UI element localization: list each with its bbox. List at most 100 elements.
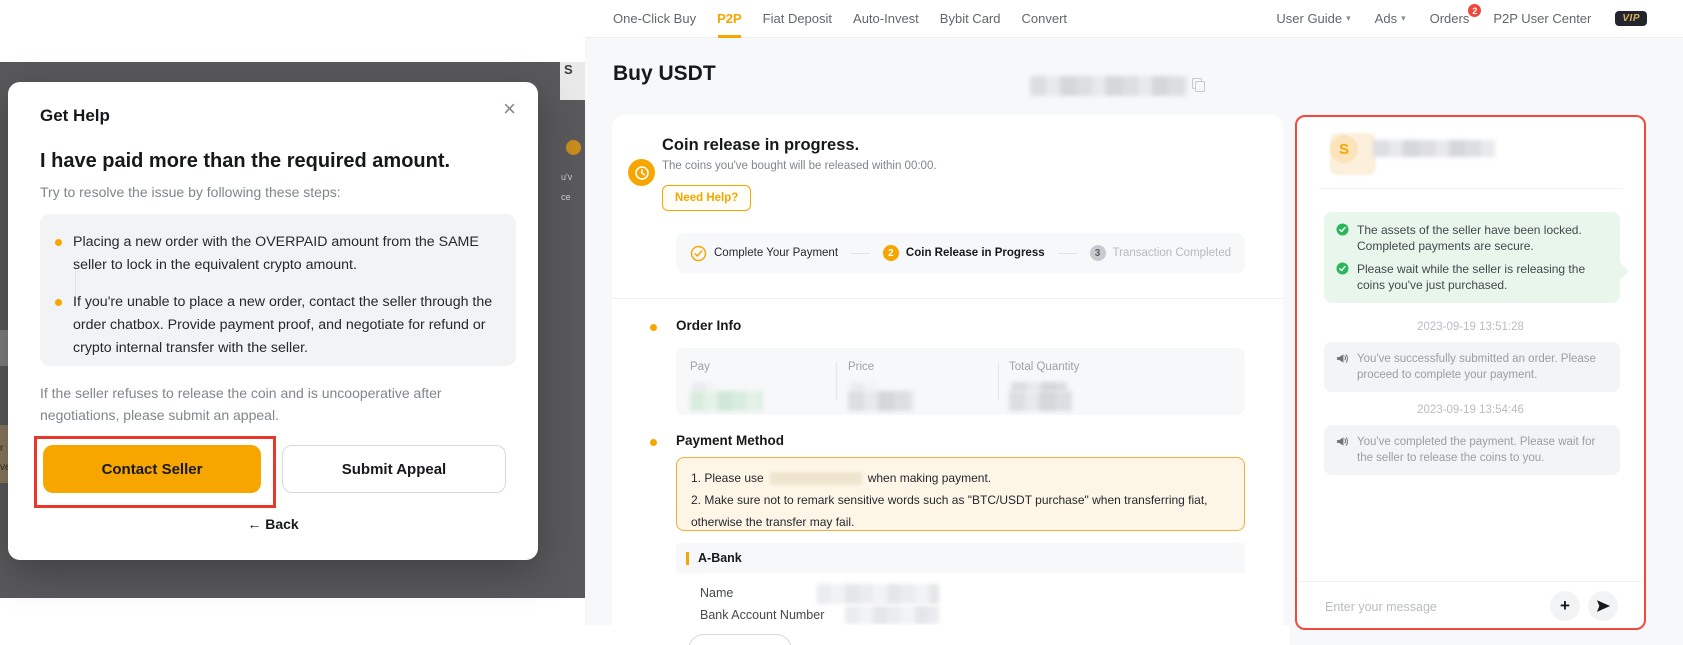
step-connector: [1058, 253, 1077, 254]
bubble-tail: [1609, 261, 1629, 281]
fragment-letter: r: [0, 443, 3, 454]
status-title: Coin release in progress.: [662, 136, 859, 155]
chat-panel: S The assets of the seller have been loc…: [1295, 115, 1646, 630]
bullet-dot: [55, 239, 62, 246]
account-field-label: Bank Account Number: [700, 608, 824, 622]
message-timestamp: 2023-09-19 13:51:28: [1297, 321, 1644, 333]
dimmed-text-fragment: u'v: [561, 172, 572, 182]
step-label: Coin Release in Progress: [906, 247, 1045, 259]
back-button[interactable]: ← Back: [8, 516, 538, 532]
total-quantity-value-redacted: [1009, 391, 1073, 411]
step-number: 3: [1090, 245, 1106, 261]
megaphone-icon: [1336, 352, 1349, 365]
order-status-card: Coin release in progress. The coins you'…: [612, 115, 1283, 645]
divider: [1319, 188, 1622, 189]
contact-seller-button[interactable]: Contact Seller: [43, 445, 261, 493]
nav-p2p[interactable]: P2P: [717, 0, 742, 38]
nav-convert[interactable]: Convert: [1022, 0, 1068, 38]
nav-bybit-card[interactable]: Bybit Card: [940, 0, 1001, 38]
section-bullet: [650, 439, 657, 446]
name-field-label: Name: [700, 586, 733, 600]
message-text: You've completed the payment. Please wai…: [1357, 434, 1608, 466]
section-bullet: [650, 324, 657, 331]
price-column: Price: [848, 361, 874, 373]
payment-notice-line2: 2. Make sure not to remark sensitive wor…: [691, 489, 1230, 533]
notice-prefix: 1. Please use: [691, 467, 764, 489]
order-number-redacted: [1030, 76, 1188, 96]
notice-suffix: when making payment.: [868, 467, 991, 489]
nav-one-click-buy[interactable]: One-Click Buy: [613, 0, 696, 38]
divider: [998, 362, 999, 400]
security-notice-bubble: The assets of the seller have been locke…: [1324, 212, 1620, 303]
step-coin-release: 2 Coin Release in Progress: [883, 245, 1045, 261]
nav-auto-invest[interactable]: Auto-Invest: [853, 0, 919, 38]
pay-value-redacted: [690, 391, 762, 411]
step-complete-payment: Complete Your Payment: [690, 245, 838, 262]
notice-text: The assets of the seller have been locke…: [1357, 222, 1608, 254]
get-help-modal: Get Help × I have paid more than the req…: [8, 82, 538, 560]
nav-p2p-user-center[interactable]: P2P User Center: [1493, 11, 1591, 26]
bank-name: A-Bank: [698, 551, 742, 565]
divider: [1299, 581, 1642, 582]
message-input[interactable]: [1323, 591, 1542, 623]
step-text: If you're unable to place a new order, c…: [73, 291, 496, 360]
step-connector: [851, 253, 870, 254]
dimmed-avatar-fragment: [566, 140, 581, 155]
divider: [836, 362, 837, 400]
issue-subheading: Try to resolve the issue by following th…: [40, 184, 341, 200]
progress-steps: Complete Your Payment 2 Coin Release in …: [676, 233, 1245, 273]
system-message: You've successfully submitted an order. …: [1324, 342, 1620, 392]
resolution-step: Placing a new order with the OVERPAID am…: [55, 231, 496, 277]
nav-orders[interactable]: Orders 2: [1430, 11, 1470, 26]
ads-label: Ads: [1375, 11, 1397, 26]
payment-method-title: Payment Method: [676, 433, 784, 448]
megaphone-icon: [1336, 435, 1349, 448]
resolution-step: If you're unable to place a new order, c…: [55, 291, 496, 360]
appeal-note: If the seller refuses to release the coi…: [40, 382, 516, 426]
nav-right-group: User Guide ▾ Ads ▾ Orders 2 P2P User Cen…: [1276, 11, 1647, 26]
seller-name-redacted: [1373, 140, 1495, 157]
check-circle-icon: [690, 245, 707, 262]
modal-overlay-region: S u'v ce r ve Get Help × I have paid mor…: [0, 0, 585, 645]
account-value-redacted: [845, 606, 939, 624]
pay-column: Pay: [690, 361, 710, 373]
total-quantity-label: Total Quantity: [1009, 361, 1079, 373]
notice-text: Please wait while the seller is releasin…: [1357, 261, 1608, 293]
user-guide-label: User Guide: [1276, 11, 1342, 26]
vip-badge[interactable]: VIP: [1615, 11, 1647, 26]
resolution-steps-box: Placing a new order with the OVERPAID am…: [40, 214, 516, 366]
step-label: Complete Your Payment: [714, 247, 838, 259]
attach-button[interactable]: +: [1550, 591, 1580, 621]
seller-avatar[interactable]: S: [1330, 135, 1358, 163]
nav-user-guide[interactable]: User Guide ▾: [1276, 11, 1350, 26]
price-value-redacted: [848, 391, 914, 411]
nav-fiat-deposit[interactable]: Fiat Deposit: [763, 0, 832, 38]
price-label: Price: [848, 361, 874, 373]
orders-label: Orders: [1430, 11, 1470, 26]
notice-item: Please wait while the seller is releasin…: [1336, 261, 1608, 293]
chevron-down-icon: ▾: [1401, 13, 1406, 24]
payment-account-redacted: [770, 472, 862, 485]
check-circle-icon: [1336, 262, 1349, 275]
need-help-button[interactable]: Need Help?: [662, 185, 751, 211]
message-timestamp: 2023-09-19 13:54:46: [1297, 404, 1644, 416]
copy-icon[interactable]: [1192, 78, 1203, 90]
step-number: 2: [883, 245, 899, 261]
step-transaction-completed: 3 Transaction Completed: [1090, 245, 1231, 261]
send-icon: [1596, 599, 1611, 613]
submit-appeal-button[interactable]: Submit Appeal: [282, 445, 506, 493]
divider: [612, 298, 1283, 299]
notice-item: The assets of the seller have been locke…: [1336, 222, 1608, 254]
order-info-title: Order Info: [676, 318, 741, 333]
system-message: You've completed the payment. Please wai…: [1324, 425, 1620, 475]
payment-notice: 1. Please use when making payment. 2. Ma…: [676, 457, 1245, 531]
cutoff-button[interactable]: [688, 634, 792, 645]
send-button[interactable]: [1588, 591, 1618, 621]
orders-count-badge: 2: [1467, 3, 1482, 18]
page-title: Buy USDT: [613, 62, 716, 86]
close-icon[interactable]: ×: [503, 98, 516, 120]
name-value-redacted: [817, 584, 939, 604]
nav-ads[interactable]: Ads ▾: [1375, 11, 1406, 26]
dimmed-text-fragment: ce: [561, 192, 571, 202]
step-text: Placing a new order with the OVERPAID am…: [73, 231, 496, 277]
